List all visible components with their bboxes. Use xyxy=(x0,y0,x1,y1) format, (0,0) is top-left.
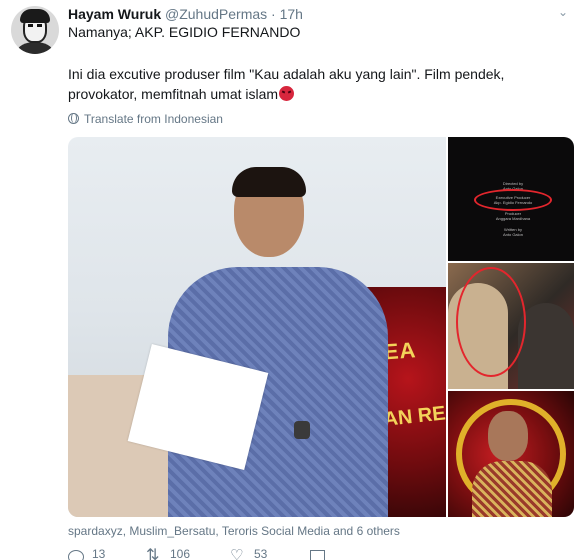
like-count: 53 xyxy=(254,548,268,560)
translate-label: Translate from Indonesian xyxy=(84,112,223,126)
translate-link[interactable]: Translate from Indonesian xyxy=(68,111,223,127)
photo-person-head xyxy=(488,411,528,461)
header-separator: · xyxy=(271,6,276,22)
retweet-icon: ⇅ xyxy=(146,548,160,560)
avatar-eye xyxy=(28,24,33,27)
liked-by-summary[interactable]: spardaxyz, Muslim_Bersatu, Teroris Socia… xyxy=(68,523,400,539)
like-button[interactable]: ♡ 53 xyxy=(230,548,267,560)
author-handle[interactable]: @ZuhudPermas xyxy=(165,6,267,22)
avatar-eye xyxy=(37,24,42,27)
direct-message-button[interactable] xyxy=(310,548,333,560)
photo-person-hair xyxy=(232,167,306,197)
author-avatar[interactable] xyxy=(11,6,59,54)
author-name[interactable]: Hayam Wuruk xyxy=(68,6,161,22)
globe-icon xyxy=(68,113,79,124)
officer-figure xyxy=(518,303,574,389)
reply-button[interactable]: 13 xyxy=(68,548,105,560)
chevron-down-icon[interactable]: ⌄ xyxy=(555,6,571,18)
credit-line: Anggara Mardhana xyxy=(495,216,531,221)
tweet-media-grid: SS RELEA JUAN RE Directed by Anto Galon … xyxy=(68,137,574,517)
tweet-timestamp[interactable]: 17h xyxy=(280,6,303,22)
highlight-circle xyxy=(456,267,526,377)
retweet-count: 106 xyxy=(170,548,191,560)
photo-person-shirt xyxy=(472,461,552,517)
angry-face-icon xyxy=(279,86,295,101)
avatar-body xyxy=(17,42,53,54)
photo-watch xyxy=(294,421,310,439)
tweet-header: Hayam Wuruk @ZuhudPermas · 17h xyxy=(68,5,568,23)
officers-photo[interactable] xyxy=(448,263,574,389)
retweet-button[interactable]: ⇅ 106 xyxy=(146,548,190,560)
tweet-text-body: Ini dia excutive produser film "Kau adal… xyxy=(68,64,568,104)
reply-icon xyxy=(68,550,84,560)
avatar-hair xyxy=(20,9,50,23)
main-photo[interactable]: SS RELEA JUAN RE xyxy=(68,137,446,517)
credits-photo[interactable]: Directed by Anto Galon Executive Produce… xyxy=(448,137,574,261)
tweet-text-line1: Namanya; AKP. EGIDIO FERNANDO xyxy=(68,24,301,40)
tweet-actions: 13 ⇅ 106 ♡ 53 xyxy=(68,548,488,560)
envelope-icon xyxy=(310,550,325,560)
emblem-photo[interactable] xyxy=(448,391,574,517)
credit-line: Anto Galon xyxy=(502,232,523,237)
reply-count: 13 xyxy=(92,548,106,560)
highlight-circle xyxy=(474,189,552,211)
heart-icon: ♡ xyxy=(230,548,244,560)
